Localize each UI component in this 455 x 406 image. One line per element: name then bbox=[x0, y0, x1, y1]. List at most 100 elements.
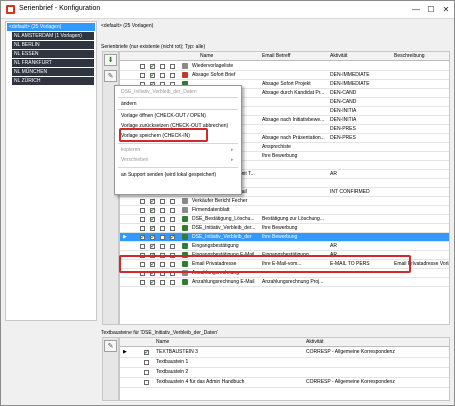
menu-item-support[interactable]: an Support senden (wird lokal gespeicher… bbox=[115, 170, 241, 180]
minimize-button[interactable]: — bbox=[409, 3, 423, 16]
cell-aktivitaet: DEN-IMMEDIATE bbox=[330, 72, 370, 78]
row-checkbox[interactable] bbox=[144, 380, 149, 385]
edit-icon[interactable]: ✎ bbox=[104, 340, 117, 352]
row-checkbox[interactable] bbox=[150, 233, 156, 241]
document-type-icon bbox=[182, 207, 188, 213]
row-checkbox[interactable] bbox=[150, 242, 156, 250]
row-checkbox[interactable] bbox=[170, 208, 175, 213]
edit-icon[interactable]: ✎ bbox=[104, 70, 117, 82]
table-row[interactable]: Anzahlungsrechnung E-Mail Anzahlungsrechn… bbox=[120, 278, 449, 287]
col-header-name[interactable]: Name bbox=[200, 53, 213, 59]
tree-item-amsterdam[interactable]: NL AMSTERDAM (1 Vorlagen) bbox=[12, 32, 94, 40]
col-header-aktivitaet[interactable]: Aktivität bbox=[330, 53, 348, 59]
row-checkbox[interactable] bbox=[150, 197, 156, 205]
table-row[interactable]: Verkäufer Bericht Fecher bbox=[120, 197, 449, 206]
table-row[interactable]: Absage Sofort Brief DEN-IMMEDIATE bbox=[120, 71, 449, 80]
row-checkbox[interactable] bbox=[140, 226, 145, 231]
col-header-beschreibung[interactable]: Beschreibung bbox=[394, 53, 425, 59]
app-window: Serienbrief - Konfiguration — ☐ ✕ <defau… bbox=[0, 0, 455, 406]
row-checkbox[interactable] bbox=[170, 226, 175, 231]
row-checkbox[interactable] bbox=[150, 215, 156, 223]
tree-item-frankfurt[interactable]: NL FRANKFURT bbox=[12, 59, 94, 67]
row-checkbox[interactable] bbox=[150, 206, 156, 214]
menu-item-checkout-open[interactable]: Vorlage öffnen (CHECK-OUT / OPEN) bbox=[115, 111, 241, 121]
row-checkbox[interactable] bbox=[170, 199, 175, 204]
close-button[interactable]: ✕ bbox=[439, 3, 453, 16]
grid-header: Name Aktivität bbox=[120, 338, 449, 347]
textbaustein-row[interactable]: ▶ TEXTBAUSTEIN 3 CORRESP - Allgemeine Korr… bbox=[120, 348, 449, 358]
row-checkbox[interactable] bbox=[160, 244, 165, 249]
row-checkbox[interactable] bbox=[170, 280, 175, 285]
menu-item-kopieren[interactable]: kopieren ▸ bbox=[115, 145, 241, 155]
row-checkbox[interactable] bbox=[160, 217, 165, 222]
row-checkbox[interactable] bbox=[150, 62, 156, 70]
document-type-icon bbox=[182, 243, 188, 249]
cell-name: Textbaustein 1 bbox=[156, 359, 189, 365]
row-checkbox[interactable] bbox=[144, 348, 150, 356]
row-checkbox[interactable] bbox=[140, 217, 145, 222]
table-row[interactable]: Wiedervorlageliste bbox=[120, 62, 449, 71]
cell-name: Absage Sofort Brief bbox=[192, 72, 236, 78]
row-checkbox[interactable] bbox=[144, 370, 149, 375]
cell-name: Textbaustein 4 für das Admin Handbuch bbox=[156, 379, 245, 385]
row-checkbox[interactable] bbox=[170, 64, 175, 69]
menu-item-verschieben[interactable]: Verschieben ▸ bbox=[115, 155, 241, 165]
row-checkbox[interactable] bbox=[160, 208, 165, 213]
cell-name: Verkäufer Bericht Fecher bbox=[192, 198, 248, 204]
row-checkbox[interactable] bbox=[140, 73, 145, 78]
cell-name: Wiedervorlageliste bbox=[192, 63, 234, 69]
cell-betreff: Ihre Bewerbung bbox=[262, 225, 298, 231]
row-checkbox[interactable] bbox=[170, 233, 176, 241]
menu-item-aendern[interactable]: ändern bbox=[115, 99, 241, 109]
row-checkbox[interactable] bbox=[140, 233, 146, 241]
row-checkbox[interactable] bbox=[160, 64, 165, 69]
window-title: Serienbrief - Konfiguration bbox=[19, 5, 101, 12]
row-checkbox[interactable] bbox=[160, 235, 165, 240]
row-checkbox[interactable] bbox=[144, 360, 149, 365]
col-header-name[interactable]: Name bbox=[156, 339, 169, 345]
table-row[interactable]: DSE_Initiativ_Verbleib_der... Ihre Bewerb… bbox=[120, 224, 449, 233]
row-checkbox[interactable] bbox=[140, 199, 145, 204]
add-arrow-icon[interactable]: ⬇ bbox=[104, 54, 117, 66]
tree-item-berlin[interactable]: NL BERLIN bbox=[12, 41, 94, 49]
textbaustein-row[interactable]: Textbaustein 2 bbox=[120, 368, 449, 378]
menu-item-kopieren-label: kopieren bbox=[121, 147, 141, 153]
tree-item-muenchen[interactable]: NL MÜNCHEN bbox=[12, 68, 94, 76]
row-marker: ▶ bbox=[123, 349, 127, 355]
row-checkbox[interactable] bbox=[170, 244, 175, 249]
row-checkbox[interactable] bbox=[160, 280, 165, 285]
row-checkbox[interactable] bbox=[170, 217, 175, 222]
row-checkbox[interactable] bbox=[160, 226, 165, 231]
maximize-button[interactable]: ☐ bbox=[424, 3, 438, 16]
row-checkbox[interactable] bbox=[170, 73, 175, 78]
tree-item-essen[interactable]: NL ESSEN bbox=[12, 50, 94, 58]
col-header-aktivitaet[interactable]: Aktivität bbox=[306, 339, 324, 345]
col-header-betreff[interactable]: Email Betreff bbox=[262, 53, 291, 59]
cell-betreff: Ihre Bewerbung bbox=[262, 153, 298, 159]
row-checkbox[interactable] bbox=[140, 244, 145, 249]
cell-aktivitaet: DEN-IMMEDIATE bbox=[330, 81, 370, 87]
textbaustein-toolbar: ✎ bbox=[102, 337, 119, 401]
cell-aktivitaet: DEN-PRES bbox=[330, 135, 356, 141]
table-row[interactable]: Eingangsbestätigung AR bbox=[120, 242, 449, 251]
row-checkbox[interactable] bbox=[160, 199, 165, 204]
row-checkbox[interactable] bbox=[150, 71, 156, 79]
row-checkbox[interactable] bbox=[140, 280, 145, 285]
table-row[interactable]: DSE_Bestätigung_Löschu... Bestätigung zur… bbox=[120, 215, 449, 224]
table-row-selected[interactable]: ▶ DSE_Initiativ_Verbleib_der Ihre Bewerbun… bbox=[120, 233, 449, 242]
cell-aktivitaet: DEN-CAND bbox=[330, 99, 357, 105]
grid-header: Name Email Betreff Aktivität Beschreibun… bbox=[120, 52, 449, 61]
textbaustein-row[interactable]: Textbaustein 1 bbox=[120, 358, 449, 368]
menu-separator bbox=[118, 167, 238, 168]
tree-root-default[interactable]: <default> (25 Vorlagen) bbox=[7, 23, 95, 31]
row-checkbox[interactable] bbox=[160, 73, 165, 78]
row-checkbox[interactable] bbox=[140, 208, 145, 213]
tree-item-zuerich[interactable]: NL ZÜRICH bbox=[12, 77, 94, 85]
document-type-icon bbox=[182, 225, 188, 231]
row-checkbox[interactable] bbox=[150, 224, 156, 232]
textbaustein-row[interactable]: Textbaustein 4 für das Admin Handbuch COR… bbox=[120, 378, 449, 388]
menu-item-verschieben-label: Verschieben bbox=[121, 157, 149, 163]
row-checkbox[interactable] bbox=[140, 64, 145, 69]
row-checkbox[interactable] bbox=[150, 278, 156, 286]
table-row[interactable]: Firmendatenblatt bbox=[120, 206, 449, 215]
